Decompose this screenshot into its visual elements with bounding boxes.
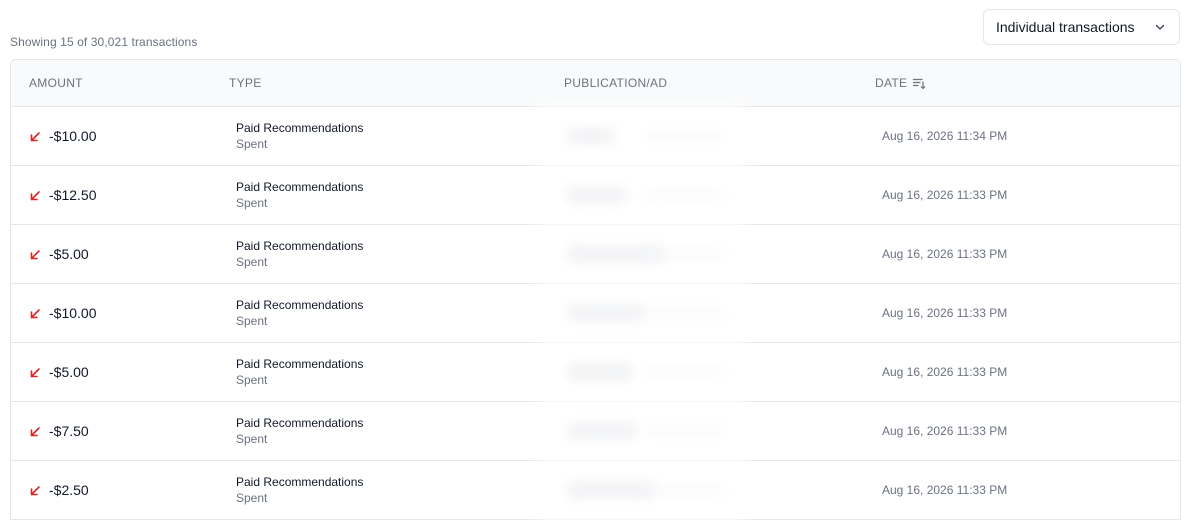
- transaction-subtype: Spent: [236, 314, 268, 328]
- redacted-publication-name: [566, 363, 634, 381]
- transactions-page: Showing 15 of 30,021 transactions Indivi…: [0, 0, 1188, 520]
- date-cell: Aug 16, 2026 11:33 PM: [882, 365, 1008, 379]
- view-mode-select-value: Individual transactions: [996, 19, 1135, 35]
- redacted-publication-name: [566, 304, 646, 322]
- type-cell: Paid Recommendations Spent: [236, 474, 363, 506]
- arrow-down-left-icon: [29, 485, 41, 497]
- table-row[interactable]: -$5.00 Paid Recommendations Spent Aug 16…: [11, 225, 1180, 284]
- transaction-type: Paid Recommendations: [236, 416, 364, 430]
- transaction-subtype: Spent: [236, 373, 268, 387]
- type-cell: Paid Recommendations Spent: [236, 120, 363, 152]
- publication-cell-redacted: [536, 402, 746, 460]
- arrow-down-left-icon: [29, 190, 41, 202]
- table-row[interactable]: -$10.00 Paid Recommendations Spent Aug 1…: [11, 107, 1180, 166]
- arrow-down-left-icon: [29, 131, 41, 143]
- transaction-subtype: Spent: [236, 255, 268, 269]
- date-cell: Aug 16, 2026 11:33 PM: [882, 306, 1008, 320]
- publication-cell-redacted: [536, 166, 746, 224]
- transactions-count-text: Showing 15 of 30,021 transactions: [10, 35, 198, 49]
- arrow-down-left-icon: [29, 308, 41, 320]
- table-row[interactable]: -$5.00 Paid Recommendations Spent Aug 16…: [11, 343, 1180, 402]
- column-header-date-label: DATE: [875, 76, 908, 90]
- date-cell: Aug 16, 2026 11:33 PM: [882, 188, 1008, 202]
- redacted-publication-name: [566, 481, 656, 499]
- publication-cell-redacted: [536, 225, 746, 283]
- table-row[interactable]: -$2.50 Paid Recommendations Spent Aug 16…: [11, 461, 1180, 520]
- arrow-down-left-icon: [29, 426, 41, 438]
- amount-value: -$2.50: [49, 482, 89, 498]
- transaction-subtype: Spent: [236, 137, 268, 151]
- redacted-publication-detail: [646, 426, 726, 436]
- publication-cell-redacted: [536, 284, 746, 342]
- transaction-type: Paid Recommendations: [236, 475, 364, 489]
- type-cell: Paid Recommendations Spent: [236, 297, 363, 329]
- publication-cell-redacted: [536, 107, 746, 165]
- date-cell: Aug 16, 2026 11:33 PM: [882, 247, 1008, 261]
- transaction-type: Paid Recommendations: [236, 180, 364, 194]
- column-header-amount: AMOUNT: [29, 76, 83, 90]
- redacted-publication-detail: [646, 190, 726, 200]
- type-cell: Paid Recommendations Spent: [236, 238, 363, 270]
- amount-value: -$10.00: [49, 128, 97, 144]
- amount-cell: -$10.00: [29, 107, 96, 165]
- table-header: AMOUNT TYPE PUBLICATION/AD DATE: [11, 60, 1180, 107]
- transactions-table: AMOUNT TYPE PUBLICATION/AD DATE -$10.00 …: [10, 59, 1181, 520]
- column-header-date[interactable]: DATE: [875, 60, 926, 106]
- transaction-type: Paid Recommendations: [236, 239, 364, 253]
- redacted-publication-detail: [646, 249, 726, 259]
- redacted-publication-name: [566, 186, 628, 204]
- amount-cell: -$5.00: [29, 343, 89, 401]
- transaction-type: Paid Recommendations: [236, 298, 364, 312]
- amount-cell: -$5.00: [29, 225, 89, 283]
- arrow-down-left-icon: [29, 367, 41, 379]
- redacted-publication-detail: [646, 308, 726, 318]
- publication-cell-redacted: [536, 461, 746, 519]
- amount-cell: -$2.50: [29, 461, 89, 519]
- redacted-publication-name: [566, 127, 616, 145]
- type-cell: Paid Recommendations Spent: [236, 179, 363, 211]
- redacted-publication-detail: [646, 485, 726, 495]
- redacted-publication-detail: [646, 367, 726, 377]
- amount-value: -$7.50: [49, 423, 89, 439]
- amount-value: -$12.50: [49, 187, 97, 203]
- date-cell: Aug 16, 2026 11:33 PM: [882, 483, 1008, 497]
- amount-cell: -$7.50: [29, 402, 89, 460]
- column-header-type: TYPE: [229, 76, 262, 90]
- type-cell: Paid Recommendations Spent: [236, 415, 363, 447]
- sort-descending-icon[interactable]: [912, 76, 926, 90]
- transaction-subtype: Spent: [236, 196, 268, 210]
- redacted-publication-name: [566, 422, 638, 440]
- chevron-down-icon: [1153, 20, 1167, 34]
- table-row[interactable]: -$7.50 Paid Recommendations Spent Aug 16…: [11, 402, 1180, 461]
- column-header-publication: PUBLICATION/AD: [564, 76, 668, 90]
- redacted-publication-detail: [646, 131, 726, 141]
- amount-value: -$5.00: [49, 246, 89, 262]
- transaction-subtype: Spent: [236, 432, 268, 446]
- transaction-type: Paid Recommendations: [236, 121, 364, 135]
- amount-value: -$10.00: [49, 305, 97, 321]
- type-cell: Paid Recommendations Spent: [236, 356, 363, 388]
- date-cell: Aug 16, 2026 11:34 PM: [882, 129, 1008, 143]
- arrow-down-left-icon: [29, 249, 41, 261]
- amount-cell: -$10.00: [29, 284, 96, 342]
- transaction-type: Paid Recommendations: [236, 357, 364, 371]
- amount-cell: -$12.50: [29, 166, 96, 224]
- view-mode-select[interactable]: Individual transactions: [983, 9, 1180, 45]
- date-cell: Aug 16, 2026 11:33 PM: [882, 424, 1008, 438]
- table-row[interactable]: -$10.00 Paid Recommendations Spent Aug 1…: [11, 284, 1180, 343]
- transaction-subtype: Spent: [236, 491, 268, 505]
- table-row[interactable]: -$12.50 Paid Recommendations Spent Aug 1…: [11, 166, 1180, 225]
- publication-cell-redacted: [536, 343, 746, 401]
- amount-value: -$5.00: [49, 364, 89, 380]
